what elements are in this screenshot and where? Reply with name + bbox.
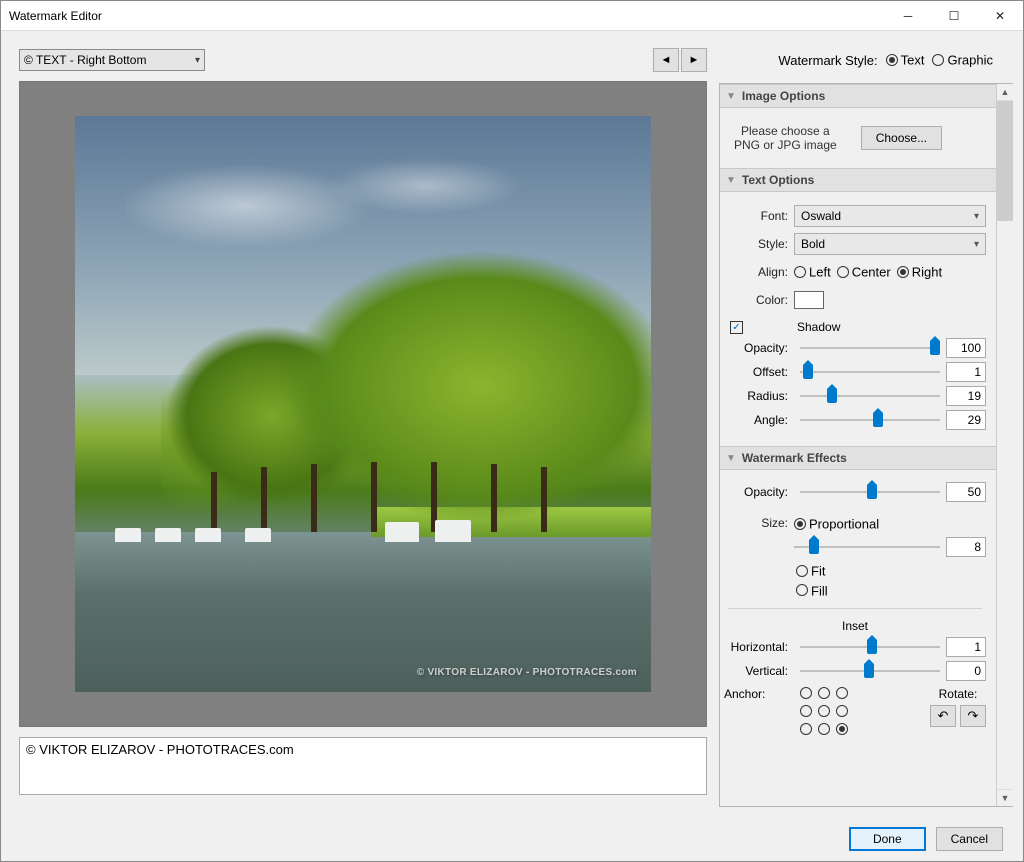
preset-dropdown[interactable]: © TEXT - Right Bottom ▾ xyxy=(19,49,205,71)
rotate-ccw-button[interactable]: ↶ xyxy=(930,705,956,727)
titlebar: Watermark Editor ─ ☐ ✕ xyxy=(1,1,1023,31)
watermark-preview-text: © VIKTOR ELIZAROV - PHOTOTRACES.com xyxy=(417,667,637,678)
panel-scrollbar[interactable]: ▲ ▼ xyxy=(996,84,1013,806)
right-column: Watermark Style: Text Graphic ▼ Image Op… xyxy=(719,47,1013,807)
cancel-button[interactable]: Cancel xyxy=(936,827,1003,851)
chevron-down-icon: ▾ xyxy=(195,55,200,66)
style-text-radio[interactable]: Text xyxy=(886,52,925,67)
watermark-style-row: Watermark Style: Text Graphic xyxy=(719,47,1013,73)
size-proportional-radio[interactable]: Proportional xyxy=(794,516,986,531)
inset-horizontal-value[interactable]: 1 xyxy=(946,637,986,657)
shadow-opacity-slider[interactable] xyxy=(800,339,940,357)
wm-opacity-slider[interactable] xyxy=(800,483,940,501)
inset-vertical-slider[interactable] xyxy=(800,662,940,680)
size-slider[interactable] xyxy=(794,538,940,556)
anchor-mr[interactable] xyxy=(836,705,848,717)
watermark-effects-header[interactable]: ▼ Watermark Effects xyxy=(720,446,996,470)
watermark-text-input[interactable]: © VIKTOR ELIZAROV - PHOTOTRACES.com xyxy=(19,737,707,795)
rotate-label: Rotate: xyxy=(939,687,978,701)
scroll-thumb[interactable] xyxy=(997,101,1013,221)
scroll-down-icon[interactable]: ▼ xyxy=(997,789,1013,806)
preset-row: © TEXT - Right Bottom ▾ ◄ ► xyxy=(19,47,707,73)
shadow-radius-value[interactable]: 19 xyxy=(946,386,986,406)
window-title: Watermark Editor xyxy=(9,9,885,23)
preview-frame: © VIKTOR ELIZAROV - PHOTOTRACES.com xyxy=(19,81,707,727)
anchor-grid xyxy=(800,687,852,739)
wm-opacity-value[interactable]: 50 xyxy=(946,482,986,502)
font-style-dropdown[interactable]: Bold▾ xyxy=(794,233,986,255)
text-options-header[interactable]: ▼ Text Options xyxy=(720,168,996,192)
shadow-checkbox[interactable]: ✓ xyxy=(730,321,743,334)
done-button[interactable]: Done xyxy=(849,827,926,851)
style-label: Watermark Style: xyxy=(778,53,877,68)
anchor-tl[interactable] xyxy=(800,687,812,699)
anchor-tr[interactable] xyxy=(836,687,848,699)
dialog-footer: Done Cancel xyxy=(1,817,1023,861)
next-button[interactable]: ► xyxy=(681,48,707,72)
shadow-offset-slider[interactable] xyxy=(800,363,940,381)
choose-image-button[interactable]: Choose... xyxy=(861,126,942,150)
preset-selected: © TEXT - Right Bottom xyxy=(24,53,146,67)
rotate-cw-button[interactable]: ↷ xyxy=(960,705,986,727)
preview-image: © VIKTOR ELIZAROV - PHOTOTRACES.com xyxy=(75,116,651,692)
inset-vertical-value[interactable]: 0 xyxy=(946,661,986,681)
disclosure-triangle-icon: ▼ xyxy=(726,453,736,464)
prev-button[interactable]: ◄ xyxy=(653,48,679,72)
anchor-bl[interactable] xyxy=(800,723,812,735)
style-graphic-radio[interactable]: Graphic xyxy=(932,52,993,67)
choose-help-text: Please choose a PNG or JPG image xyxy=(734,124,837,152)
align-right-radio[interactable]: Right xyxy=(897,264,942,279)
shadow-radius-slider[interactable] xyxy=(800,387,940,405)
disclosure-triangle-icon: ▼ xyxy=(726,175,736,186)
minimize-button[interactable]: ─ xyxy=(885,1,931,31)
shadow-opacity-value[interactable]: 100 xyxy=(946,338,986,358)
size-fit-radio[interactable]: Fit xyxy=(796,563,986,578)
font-dropdown[interactable]: Oswald▾ xyxy=(794,205,986,227)
shadow-label: Shadow xyxy=(797,320,840,334)
inset-label: Inset xyxy=(724,619,986,633)
anchor-br[interactable] xyxy=(836,723,848,735)
image-options-header[interactable]: ▼ Image Options xyxy=(720,84,996,108)
align-left-radio[interactable]: Left xyxy=(794,264,831,279)
inset-horizontal-slider[interactable] xyxy=(800,638,940,656)
text-color-swatch[interactable] xyxy=(794,291,824,309)
maximize-button[interactable]: ☐ xyxy=(931,1,977,31)
disclosure-triangle-icon: ▼ xyxy=(726,91,736,102)
anchor-mc[interactable] xyxy=(818,705,830,717)
size-fill-radio[interactable]: Fill xyxy=(796,583,986,598)
close-button[interactable]: ✕ xyxy=(977,1,1023,31)
anchor-tc[interactable] xyxy=(818,687,830,699)
scroll-up-icon[interactable]: ▲ xyxy=(997,84,1013,101)
align-center-radio[interactable]: Center xyxy=(837,264,891,279)
left-column: © TEXT - Right Bottom ▾ ◄ ► xyxy=(19,47,707,807)
anchor-ml[interactable] xyxy=(800,705,812,717)
anchor-bc[interactable] xyxy=(818,723,830,735)
shadow-angle-value[interactable]: 29 xyxy=(946,410,986,430)
shadow-offset-value[interactable]: 1 xyxy=(946,362,986,382)
content-area: © TEXT - Right Bottom ▾ ◄ ► xyxy=(1,31,1023,817)
size-value[interactable]: 8 xyxy=(946,537,986,557)
options-panel: ▼ Image Options Please choose a PNG or J… xyxy=(719,83,1013,807)
shadow-angle-slider[interactable] xyxy=(800,411,940,429)
